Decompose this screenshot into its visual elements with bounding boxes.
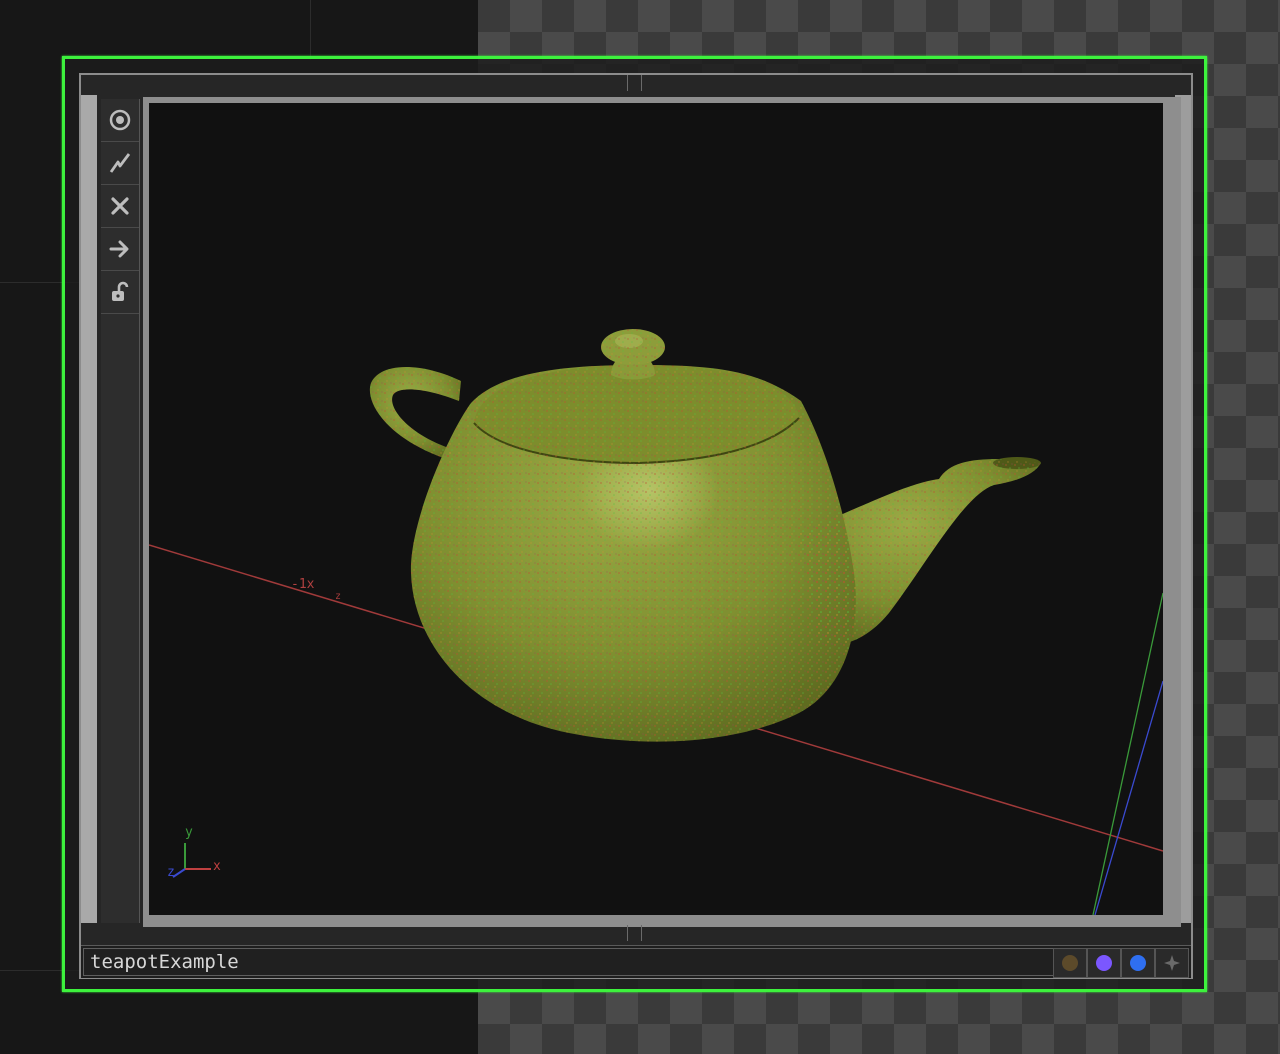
divider bbox=[627, 925, 628, 941]
node-name-field[interactable]: teapotExample bbox=[83, 948, 1063, 976]
render-flag-icon bbox=[1096, 955, 1112, 971]
viewer-flag-icon bbox=[1130, 955, 1146, 971]
viewer-flag-button[interactable] bbox=[1121, 948, 1155, 978]
viewer-border: z -1x y x z bbox=[143, 97, 1181, 927]
axis-marker-label: -1x bbox=[291, 577, 315, 592]
y-axis-line bbox=[1092, 592, 1163, 915]
teapot-model bbox=[369, 329, 1041, 742]
close-button[interactable] bbox=[101, 185, 139, 228]
grid-guide bbox=[310, 0, 311, 60]
z-axis-line bbox=[1094, 680, 1163, 915]
gizmo-z-label: z bbox=[167, 865, 175, 880]
gizmo-x-label: x bbox=[213, 859, 221, 874]
pass-through-button[interactable] bbox=[101, 228, 139, 271]
3d-viewport[interactable]: z -1x y x z bbox=[149, 103, 1163, 915]
display-flag-button[interactable] bbox=[1053, 948, 1087, 978]
input-connector-bar[interactable] bbox=[81, 95, 97, 923]
bypass-icon bbox=[109, 153, 131, 173]
selected-node[interactable]: z -1x y x z teapotExample bbox=[62, 56, 1207, 992]
render-flag-button[interactable] bbox=[1087, 948, 1121, 978]
divider bbox=[641, 75, 642, 91]
divider bbox=[627, 75, 628, 91]
axis-gizmo bbox=[172, 843, 211, 878]
node-name-bar: teapotExample bbox=[81, 945, 1191, 978]
gizmo-y-label: y bbox=[185, 825, 193, 840]
lock-button[interactable] bbox=[101, 271, 139, 314]
node-body: z -1x y x z teapotExample bbox=[79, 73, 1193, 979]
display-flag-icon bbox=[1062, 955, 1078, 971]
divider bbox=[641, 925, 642, 941]
expand-icon bbox=[1164, 955, 1180, 971]
bypass-button[interactable] bbox=[101, 142, 139, 185]
arrow-right-icon bbox=[109, 240, 129, 258]
viewer-active-button[interactable] bbox=[101, 99, 139, 142]
node-toolbar bbox=[101, 99, 140, 923]
svg-text:z: z bbox=[335, 591, 341, 602]
viewport-scene: z bbox=[149, 329, 1163, 915]
expand-button[interactable] bbox=[1155, 948, 1189, 978]
close-icon bbox=[111, 197, 129, 215]
unlock-icon bbox=[112, 281, 129, 301]
target-icon bbox=[109, 109, 131, 131]
node-flags bbox=[1053, 948, 1189, 978]
